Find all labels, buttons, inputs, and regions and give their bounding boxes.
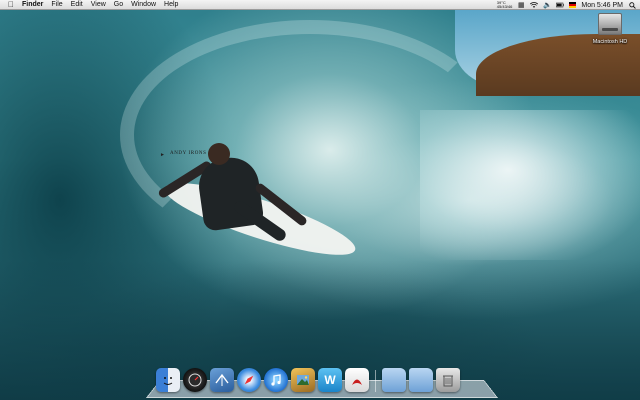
- spotlight-icon[interactable]: [628, 1, 636, 9]
- menu-window[interactable]: Window: [127, 0, 160, 10]
- battery-icon[interactable]: [556, 1, 565, 9]
- volume-icon[interactable]: 🔈: [543, 1, 552, 9]
- menu-help[interactable]: Help: [160, 0, 182, 10]
- desktop-icon-label: Macintosh HD: [592, 39, 628, 45]
- status-area: 39°C 45/43/46 ▦ 🔈 Mon 5:46 PM: [497, 0, 636, 10]
- finder-icon[interactable]: [156, 368, 180, 392]
- pdf-icon[interactable]: [345, 368, 369, 392]
- surfer-head: [208, 143, 230, 165]
- folder-icon[interactable]: [409, 368, 433, 392]
- itunes-icon[interactable]: [264, 368, 288, 392]
- grid-icon[interactable]: ▦: [517, 1, 525, 9]
- desktop-icon-macintosh-hd[interactable]: Macintosh HD: [584, 13, 636, 45]
- caption-marker: ►: [160, 152, 165, 158]
- iphoto-icon[interactable]: [291, 368, 315, 392]
- folder-icon[interactable]: [382, 368, 406, 392]
- menu-bar:  Finder File Edit View Go Window Help 3…: [0, 0, 640, 10]
- menu-edit[interactable]: Edit: [67, 0, 87, 10]
- weather-detail: 45/43/46: [496, 4, 513, 9]
- hard-drive-icon: [598, 13, 622, 35]
- menu-file[interactable]: File: [47, 0, 66, 10]
- menu-clock[interactable]: Mon 5:46 PM: [581, 2, 623, 9]
- dashboard-icon[interactable]: [183, 368, 207, 392]
- menu-view[interactable]: View: [87, 0, 110, 10]
- wifi-icon[interactable]: [530, 1, 539, 9]
- safari-icon[interactable]: [237, 368, 261, 392]
- menu-go[interactable]: Go: [110, 0, 127, 10]
- wallpaper-caption: ANDY IRONS: [170, 151, 207, 156]
- wave-foam: [420, 110, 640, 260]
- menu-app-finder[interactable]: Finder: [18, 0, 47, 10]
- input-source-flag-icon[interactable]: [569, 2, 577, 8]
- desktop-wallpaper: ► ANDY IRONS: [0, 0, 640, 400]
- apple-icon[interactable]: : [4, 0, 18, 9]
- mail-icon[interactable]: [210, 368, 234, 392]
- dock-separator: [375, 370, 376, 392]
- weather-widget[interactable]: 39°C 45/43/46: [497, 1, 513, 9]
- dock: W: [156, 366, 486, 392]
- trash-icon[interactable]: [436, 368, 460, 392]
- wunderlist-icon[interactable]: W: [318, 368, 342, 392]
